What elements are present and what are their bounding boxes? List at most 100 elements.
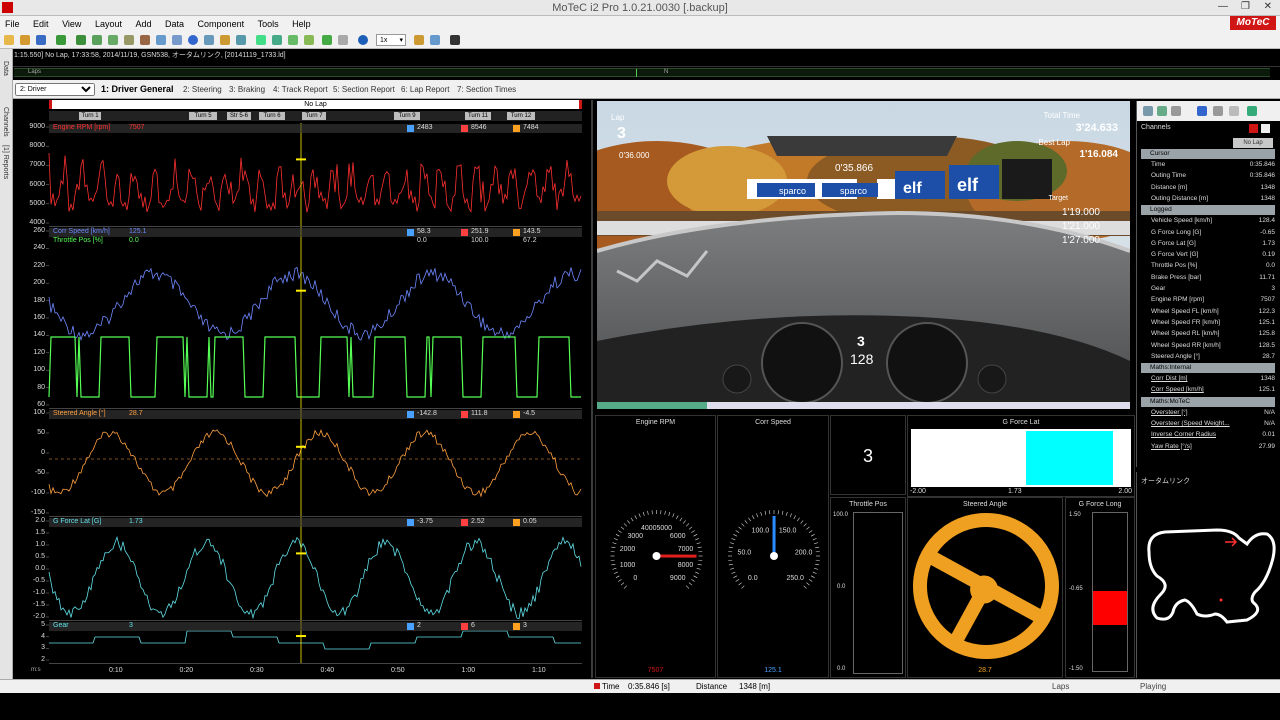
info-icon[interactable] (188, 35, 198, 45)
channel-sort-icon[interactable] (1261, 124, 1270, 133)
playback-speed-select[interactable]: 1x ▾ (376, 34, 406, 46)
layout-icon[interactable] (140, 35, 150, 45)
refresh-channels-icon[interactable] (1247, 106, 1257, 116)
close-icon[interactable]: ✕ (1264, 1, 1272, 12)
channel-row[interactable]: Yaw Rate [°/s] 27.99 (1137, 442, 1275, 453)
onboard-video[interactable]: sparco sparco elf elf Lap 3 0'36.000 0'3… (597, 101, 1130, 407)
channel-row[interactable]: Oversteer (Speed Weight... N/A (1137, 419, 1275, 430)
window-icon[interactable] (430, 35, 440, 45)
sidebar-reports[interactable]: [1] Reports (2, 145, 9, 179)
lap-bar: 1:15.550] No Lap, 17:33:58, 2014/11/19, … (0, 49, 1280, 67)
track-map[interactable]: オータムリンク (1136, 472, 1280, 678)
channel-row[interactable]: Wheel Speed RR [km/h] 128.5 (1137, 341, 1275, 352)
sort-icon[interactable] (1143, 106, 1153, 116)
table-icon[interactable] (156, 35, 166, 45)
channel-section-header[interactable]: Maths:MoTeC (1141, 396, 1275, 407)
export-icon[interactable] (1229, 106, 1239, 116)
tab-section-times[interactable]: 7: Section Times (457, 85, 516, 94)
channel-row[interactable]: Wheel Speed RL [km/h] 125.8 (1137, 329, 1275, 340)
crosshair-icon[interactable] (450, 35, 460, 45)
wand-icon[interactable] (108, 35, 118, 45)
zoom-fit-icon[interactable] (304, 35, 314, 45)
channel-row[interactable]: Wheel Speed FL [km/h] 122.3 (1137, 307, 1275, 318)
channel-section-header[interactable]: Maths:Internal (1141, 363, 1275, 374)
channel-row[interactable]: G Force Long [G] -0.65 (1137, 228, 1275, 239)
grid-icon[interactable] (172, 35, 182, 45)
channel-row[interactable]: G Force Vert [G] 0.19 (1137, 250, 1275, 261)
menu-data[interactable]: Data (165, 19, 184, 29)
list-icon[interactable] (1171, 106, 1181, 116)
folder-icon[interactable] (414, 35, 424, 45)
menu-add[interactable]: Add (135, 19, 151, 29)
cursor-icon[interactable] (204, 35, 214, 45)
channel-row[interactable]: Oversteer [°] N/A (1137, 408, 1275, 419)
graph-pane[interactable] (49, 517, 582, 621)
channels-lap-filter[interactable]: No Lap (1233, 138, 1273, 148)
channel-row[interactable]: Wheel Speed FR [km/h] 125.1 (1137, 318, 1275, 329)
channel-row[interactable]: Outing Distance [m] 1348 (1137, 194, 1275, 205)
funnel-icon[interactable] (288, 35, 298, 45)
channel-value: 128.5 (1258, 341, 1275, 349)
menu-layout[interactable]: Layout (95, 19, 122, 29)
channel-row[interactable]: Steered Angle [°] 28.7 (1137, 352, 1275, 363)
tab-braking[interactable]: 3: Braking (229, 85, 265, 94)
sync-icon[interactable] (322, 35, 332, 45)
open-folder-icon[interactable] (4, 35, 14, 45)
channel-row[interactable]: Throttle Pos [%] 0.0 (1137, 261, 1275, 272)
open-icon[interactable] (20, 35, 30, 45)
menu-file[interactable]: File (5, 19, 20, 29)
menu-view[interactable]: View (62, 19, 81, 29)
sidebar-channels[interactable]: Channels (2, 107, 9, 137)
arrow-down-icon[interactable] (56, 35, 66, 45)
menu-component[interactable]: Component (198, 19, 245, 29)
properties-icon[interactable] (1213, 106, 1223, 116)
video-scrubber[interactable] (597, 402, 1130, 409)
graph-pane[interactable] (49, 227, 582, 409)
channel-row[interactable]: G Force Lat [G] 1.73 (1137, 239, 1275, 250)
channel-row[interactable]: Inverse Corner Radius 0.01 (1137, 430, 1275, 441)
minimize-icon[interactable]: — (1218, 1, 1228, 12)
back-icon[interactable] (256, 35, 266, 45)
tree-icon[interactable] (1157, 106, 1167, 116)
graph-pane[interactable] (49, 123, 582, 227)
time-graph[interactable]: No Lap Turn 1 Turn 5 Str 5-6 Turn 6 Turn 7 Tu… (13, 100, 593, 678)
tab-driver-general[interactable]: 1: Driver General (101, 84, 174, 94)
menu-edit[interactable]: Edit (33, 19, 49, 29)
save-icon[interactable] (36, 35, 46, 45)
channel-row[interactable]: Corr Speed [km/h] 125.1 (1137, 385, 1275, 396)
tab-lap-report[interactable]: 6: Lap Report (401, 85, 449, 94)
menu-tools[interactable]: Tools (258, 19, 279, 29)
channel-row[interactable]: Brake Press [bar] 11.71 (1137, 273, 1275, 284)
channel-row[interactable]: Time 0:35.846 (1137, 160, 1275, 171)
graph-pane[interactable] (49, 409, 582, 517)
title-bar: MoTeC i2 Pro 1.0.21.0030 [.backup] — ❐ ✕ (0, 0, 1280, 16)
channel-row[interactable]: Distance [m] 1348 (1137, 183, 1275, 194)
tab-track-report[interactable]: 4: Track Report (273, 85, 328, 94)
maximize-icon[interactable]: ❐ (1241, 1, 1250, 12)
columns-icon[interactable] (1197, 106, 1207, 116)
tab-steering[interactable]: 2: Steering (183, 85, 222, 94)
play-icon[interactable] (358, 35, 368, 45)
settings-icon[interactable] (338, 35, 348, 45)
filter-icon[interactable] (92, 35, 102, 45)
channel-cursor-value: 3 (129, 622, 133, 629)
channel-section-header[interactable]: Logged (1141, 205, 1275, 216)
channel-row[interactable]: Engine RPM [rpm] 7507 (1137, 295, 1275, 306)
sidebar-data[interactable]: Data (2, 61, 9, 76)
refresh-icon[interactable] (76, 35, 86, 45)
worksheet-select[interactable]: 2: Driver (15, 83, 95, 96)
channel-row[interactable]: Outing Time 0:35.846 (1137, 171, 1275, 182)
edit-icon[interactable] (124, 35, 134, 45)
channel-row[interactable]: Vehicle Speed [km/h] 128.4 (1137, 216, 1275, 227)
laps-strip[interactable]: Laps N (14, 68, 1270, 77)
tab-section-report[interactable]: 5: Section Report (333, 85, 395, 94)
channel-row[interactable]: Corr Dist [m] 1348 (1137, 374, 1275, 385)
channel-row[interactable]: Gear 3 (1137, 284, 1275, 295)
lap-info-text: 1:15.550] No Lap, 17:33:58, 2014/11/19, … (14, 52, 286, 59)
copy-icon[interactable] (220, 35, 230, 45)
menu-help[interactable]: Help (292, 19, 311, 29)
chart-icon[interactable] (236, 35, 246, 45)
channel-color-icon[interactable] (1249, 124, 1258, 133)
forward-icon[interactable] (272, 35, 282, 45)
channel-section-header[interactable]: Cursor (1141, 149, 1275, 159)
